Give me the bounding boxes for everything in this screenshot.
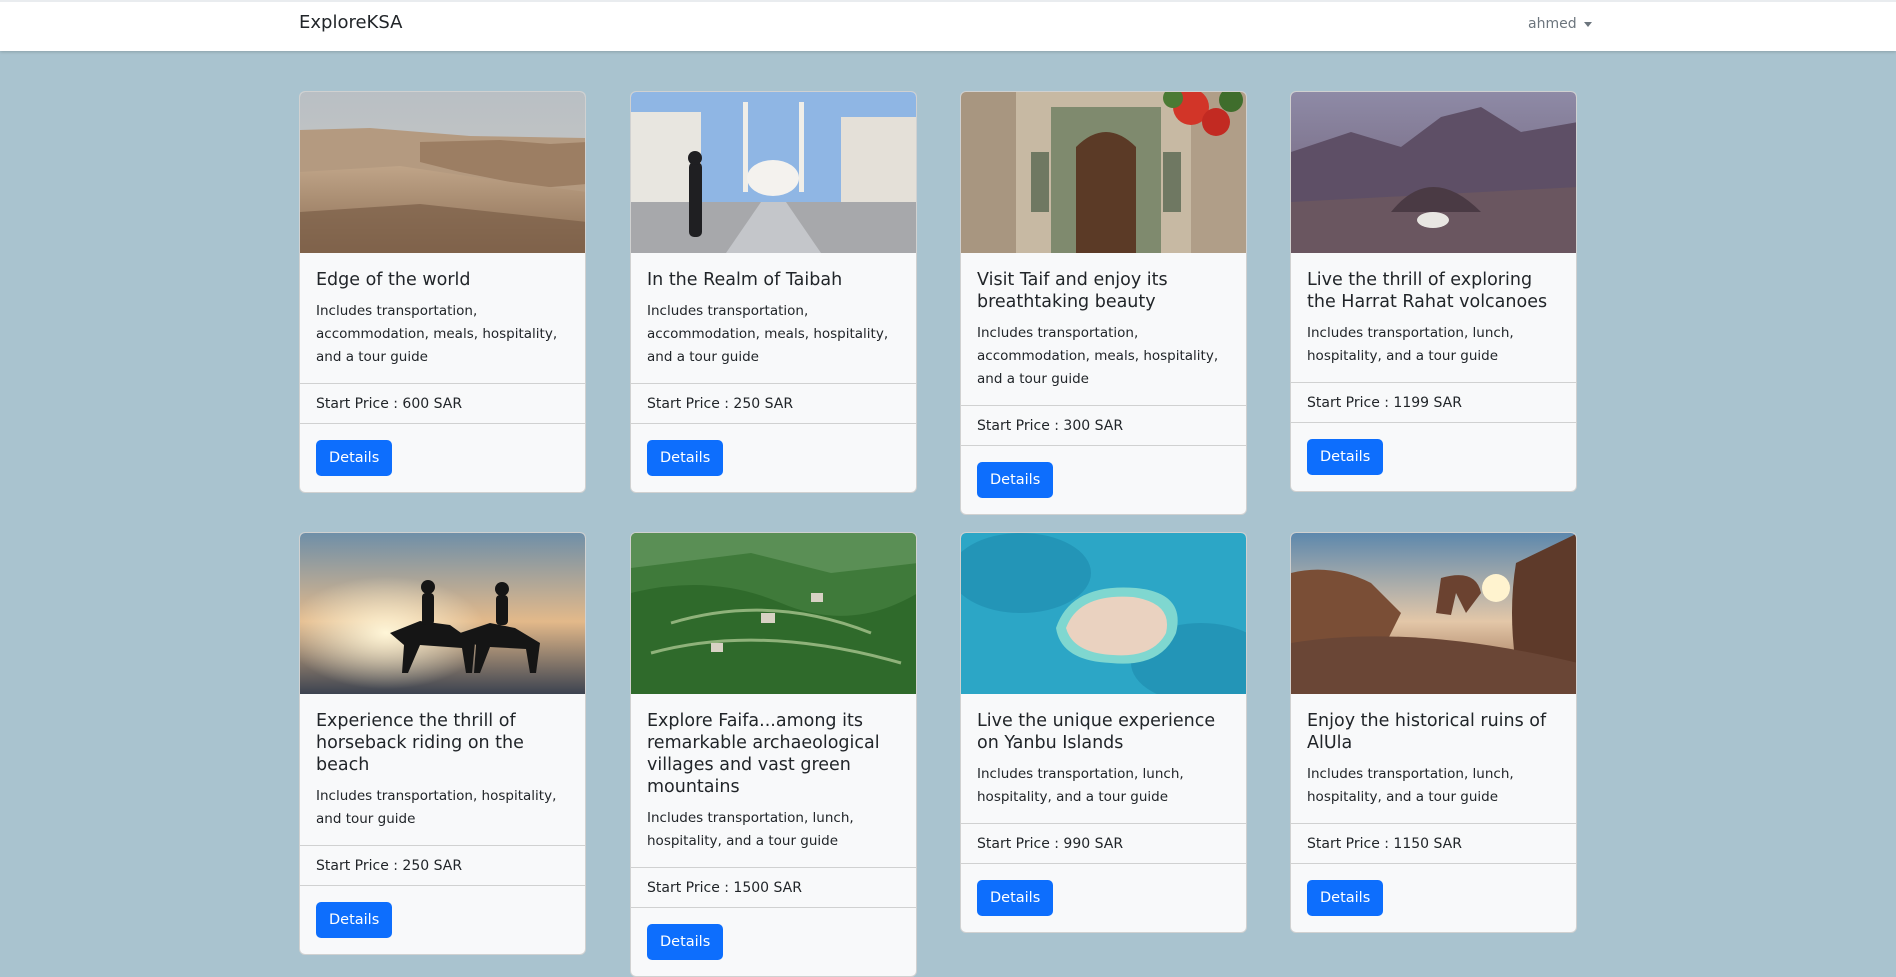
price-value: 300 SAR bbox=[1063, 418, 1124, 434]
card-description: Includes transportation, lunch, hospital… bbox=[977, 766, 1184, 805]
horse-riders-sunset-image bbox=[300, 533, 585, 694]
card-description: Includes transportation, lunch, hospital… bbox=[1307, 325, 1514, 364]
card-title: Enjoy the historical ruins of AlUla bbox=[1307, 711, 1547, 753]
card-price: Start Price : 300 SAR bbox=[961, 405, 1246, 446]
old-doorway-image bbox=[961, 92, 1246, 253]
top-navbar: ExploreKSA ahmed bbox=[0, 0, 1896, 51]
tour-card-horseback-riding: Experience the thrill of horseback ridin… bbox=[299, 532, 586, 955]
card-description: Includes transportation, lunch, hospital… bbox=[1307, 766, 1514, 805]
caret-down-icon bbox=[1583, 22, 1592, 27]
island-aerial-image bbox=[961, 533, 1246, 694]
tour-card-edge-of-the-world: Edge of the world Includes transportatio… bbox=[299, 91, 586, 493]
price-value: 250 SAR bbox=[402, 858, 463, 874]
details-button[interactable]: Details bbox=[977, 462, 1054, 498]
tour-card-yanbu-islands: Live the unique experience on Yanbu Isla… bbox=[960, 532, 1247, 933]
price-value: 600 SAR bbox=[402, 396, 463, 412]
details-button[interactable]: Details bbox=[647, 924, 724, 960]
card-title: Visit Taif and enjoy its breathtaking be… bbox=[977, 270, 1168, 312]
volcano-crater-image bbox=[1291, 92, 1576, 253]
card-title: Experience the thrill of horseback ridin… bbox=[316, 711, 524, 775]
price-label: Start Price : bbox=[316, 858, 403, 874]
brand-link[interactable]: ExploreKSA bbox=[299, 12, 402, 33]
card-title: Live the unique experience on Yanbu Isla… bbox=[977, 711, 1216, 753]
card-description: Includes transportation, accommodation, … bbox=[977, 325, 1219, 387]
details-button[interactable]: Details bbox=[316, 440, 393, 476]
mosque-promenade-image bbox=[631, 92, 916, 253]
card-price: Start Price : 250 SAR bbox=[300, 845, 585, 886]
details-button[interactable]: Details bbox=[316, 902, 393, 938]
user-dropdown[interactable]: ahmed bbox=[1528, 16, 1592, 32]
card-description: Includes transportation, accommodation, … bbox=[316, 303, 558, 365]
card-price: Start Price : 1199 SAR bbox=[1291, 382, 1576, 423]
card-description: Includes transportation, hospitality, an… bbox=[316, 788, 557, 827]
desert-cliffs-image bbox=[300, 92, 585, 253]
price-label: Start Price : bbox=[1307, 836, 1394, 852]
price-value: 250 SAR bbox=[733, 396, 794, 412]
user-name: ahmed bbox=[1528, 16, 1577, 32]
card-price: Start Price : 1150 SAR bbox=[1291, 823, 1576, 864]
tour-card-faifa: Explore Faifa...among its remarkable arc… bbox=[630, 532, 917, 977]
tour-card-alula: Enjoy the historical ruins of AlUla Incl… bbox=[1290, 532, 1577, 933]
card-price: Start Price : 250 SAR bbox=[631, 383, 916, 424]
tour-card-taif: Visit Taif and enjoy its breathtaking be… bbox=[960, 91, 1247, 515]
card-price: Start Price : 1500 SAR bbox=[631, 867, 916, 908]
rock-arch-sunset-image bbox=[1291, 533, 1576, 694]
details-button[interactable]: Details bbox=[647, 440, 724, 476]
price-label: Start Price : bbox=[977, 836, 1064, 852]
card-title: In the Realm of Taibah bbox=[647, 270, 843, 290]
card-description: Includes transportation, lunch, hospital… bbox=[647, 810, 854, 849]
green-mountains-image bbox=[631, 533, 916, 694]
details-button[interactable]: Details bbox=[1307, 439, 1384, 475]
price-label: Start Price : bbox=[647, 396, 734, 412]
price-label: Start Price : bbox=[1307, 395, 1394, 411]
price-label: Start Price : bbox=[316, 396, 403, 412]
card-title: Live the thrill of exploring the Harrat … bbox=[1307, 270, 1548, 312]
details-button[interactable]: Details bbox=[977, 880, 1054, 916]
tour-card-harrat-rahat: Live the thrill of exploring the Harrat … bbox=[1290, 91, 1577, 492]
price-value: 1199 SAR bbox=[1393, 395, 1462, 411]
card-description: Includes transportation, accommodation, … bbox=[647, 303, 889, 365]
price-value: 1150 SAR bbox=[1393, 836, 1462, 852]
price-label: Start Price : bbox=[977, 418, 1064, 434]
card-title: Explore Faifa...among its remarkable arc… bbox=[647, 711, 880, 797]
card-title: Edge of the world bbox=[316, 270, 471, 290]
card-price: Start Price : 600 SAR bbox=[300, 383, 585, 424]
tour-card-realm-of-taibah: In the Realm of Taibah Includes transpor… bbox=[630, 91, 917, 493]
details-button[interactable]: Details bbox=[1307, 880, 1384, 916]
card-price: Start Price : 990 SAR bbox=[961, 823, 1246, 864]
price-value: 990 SAR bbox=[1063, 836, 1124, 852]
